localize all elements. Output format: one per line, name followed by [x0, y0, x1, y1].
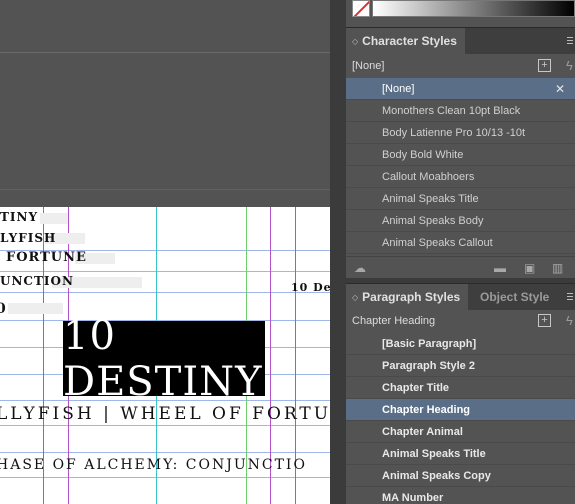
quick-apply-icon[interactable]: ϟ: [566, 58, 573, 74]
panel-dock-gap: [330, 0, 346, 504]
panel-menu-icon[interactable]: [567, 293, 573, 302]
baseline-guide: [0, 452, 330, 453]
baseline-guide: [0, 271, 330, 272]
list-item[interactable]: Monothers Clean 10pt Black: [346, 100, 575, 122]
document-canvas[interactable]: TINY LYFISH FORTUNE UNCTION 10 Des 0 10 …: [0, 0, 330, 504]
list-item[interactable]: Animal Speaks Title: [346, 188, 575, 210]
list-item[interactable]: Body Latienne Pro 10/13 -10t: [346, 122, 575, 144]
baseline-guide: [0, 292, 330, 293]
list-item[interactable]: Chapter Title: [346, 377, 575, 399]
banner-title: 10 DESTINY: [63, 312, 263, 405]
list-item[interactable]: Callout Moabhoers: [346, 166, 575, 188]
document-page[interactable]: TINY LYFISH FORTUNE UNCTION 10 Des 0 10 …: [0, 207, 330, 504]
text-frame: [40, 213, 68, 224]
list-item[interactable]: Animal Speaks Title: [346, 443, 575, 465]
tab-object-styles[interactable]: Object Style: [474, 284, 557, 311]
doc-row-three[interactable]: HASE OF ALCHEMY: CONJUNCTIO: [0, 457, 307, 473]
folder-icon[interactable]: ▬: [494, 261, 506, 275]
doc-line-3[interactable]: FORTUNE: [6, 250, 87, 265]
tab-label: Paragraph Styles: [362, 290, 461, 304]
list-item[interactable]: Paragraph Style 2: [346, 355, 575, 377]
panel-menu-icon[interactable]: [567, 37, 573, 46]
new-style-group-icon[interactable]: +: [538, 314, 551, 327]
list-item[interactable]: Chapter Heading: [346, 399, 575, 421]
character-style-current: [None] + ϟ: [346, 55, 575, 77]
current-style-label: [None]: [352, 60, 385, 72]
chapter-banner[interactable]: 10 DESTINY: [63, 312, 265, 405]
list-item[interactable]: Animal Speaks Body: [346, 210, 575, 232]
paragraph-styles-list: [Basic Paragraph] Paragraph Style 2 Chap…: [346, 333, 575, 504]
tab-character-styles[interactable]: ◇ Character Styles: [346, 28, 465, 55]
new-style-icon[interactable]: ▣: [524, 261, 535, 275]
doc-line-1[interactable]: TINY: [0, 210, 38, 224]
paragraph-style-current: Chapter Heading + ϟ: [346, 310, 575, 332]
list-item[interactable]: [None] ✕: [346, 78, 575, 100]
list-item[interactable]: [Basic Paragraph]: [346, 333, 575, 355]
doc-line-4[interactable]: UNCTION: [0, 274, 74, 288]
character-styles-tabbar: ◇ Character Styles: [346, 27, 575, 55]
quick-apply-icon[interactable]: ϟ: [566, 313, 573, 329]
baseline-guide: [0, 425, 330, 426]
none-swatch-icon[interactable]: [352, 0, 370, 17]
tab-label: Character Styles: [362, 34, 457, 48]
paragraph-styles-tabbar: ◇ Paragraph Styles Object Style: [346, 283, 575, 311]
current-style-label: Chapter Heading: [352, 315, 436, 327]
gradient-swatch[interactable]: [372, 0, 575, 17]
tab-paragraph-styles[interactable]: ◇ Paragraph Styles: [346, 284, 469, 311]
ruler-guide: [0, 52, 330, 53]
list-item[interactable]: Body Bold White: [346, 144, 575, 166]
new-style-group-icon[interactable]: +: [538, 59, 551, 72]
list-item[interactable]: Animal Speaks Callout: [346, 232, 575, 254]
doc-line-2[interactable]: LYFISH: [0, 231, 56, 245]
doc-row-two[interactable]: LLYFISH | WHEEL OF FORTUN: [0, 404, 330, 424]
clear-overrides-icon[interactable]: ✕: [555, 78, 565, 100]
doc-corner-text[interactable]: 10 Des: [291, 281, 330, 294]
cloud-library-icon[interactable]: ☁: [354, 261, 366, 275]
collapse-chevron-icon: ◇: [352, 37, 359, 46]
baseline-guide: [0, 477, 330, 478]
list-item[interactable]: Chapter Animal: [346, 421, 575, 443]
character-styles-footer: ☁ ▬ ▣ ▥: [346, 256, 575, 278]
list-item[interactable]: MA Number: [346, 487, 575, 504]
text-frame: [8, 303, 63, 314]
bleed-guide: [0, 189, 330, 190]
trash-icon[interactable]: ▥: [552, 261, 563, 275]
character-styles-list: [None] ✕ Monothers Clean 10pt Black Body …: [346, 78, 575, 254]
list-item[interactable]: Animal Speaks Copy: [346, 465, 575, 487]
collapse-chevron-icon: ◇: [352, 293, 359, 302]
doc-zero-glyph[interactable]: 0: [0, 301, 7, 317]
